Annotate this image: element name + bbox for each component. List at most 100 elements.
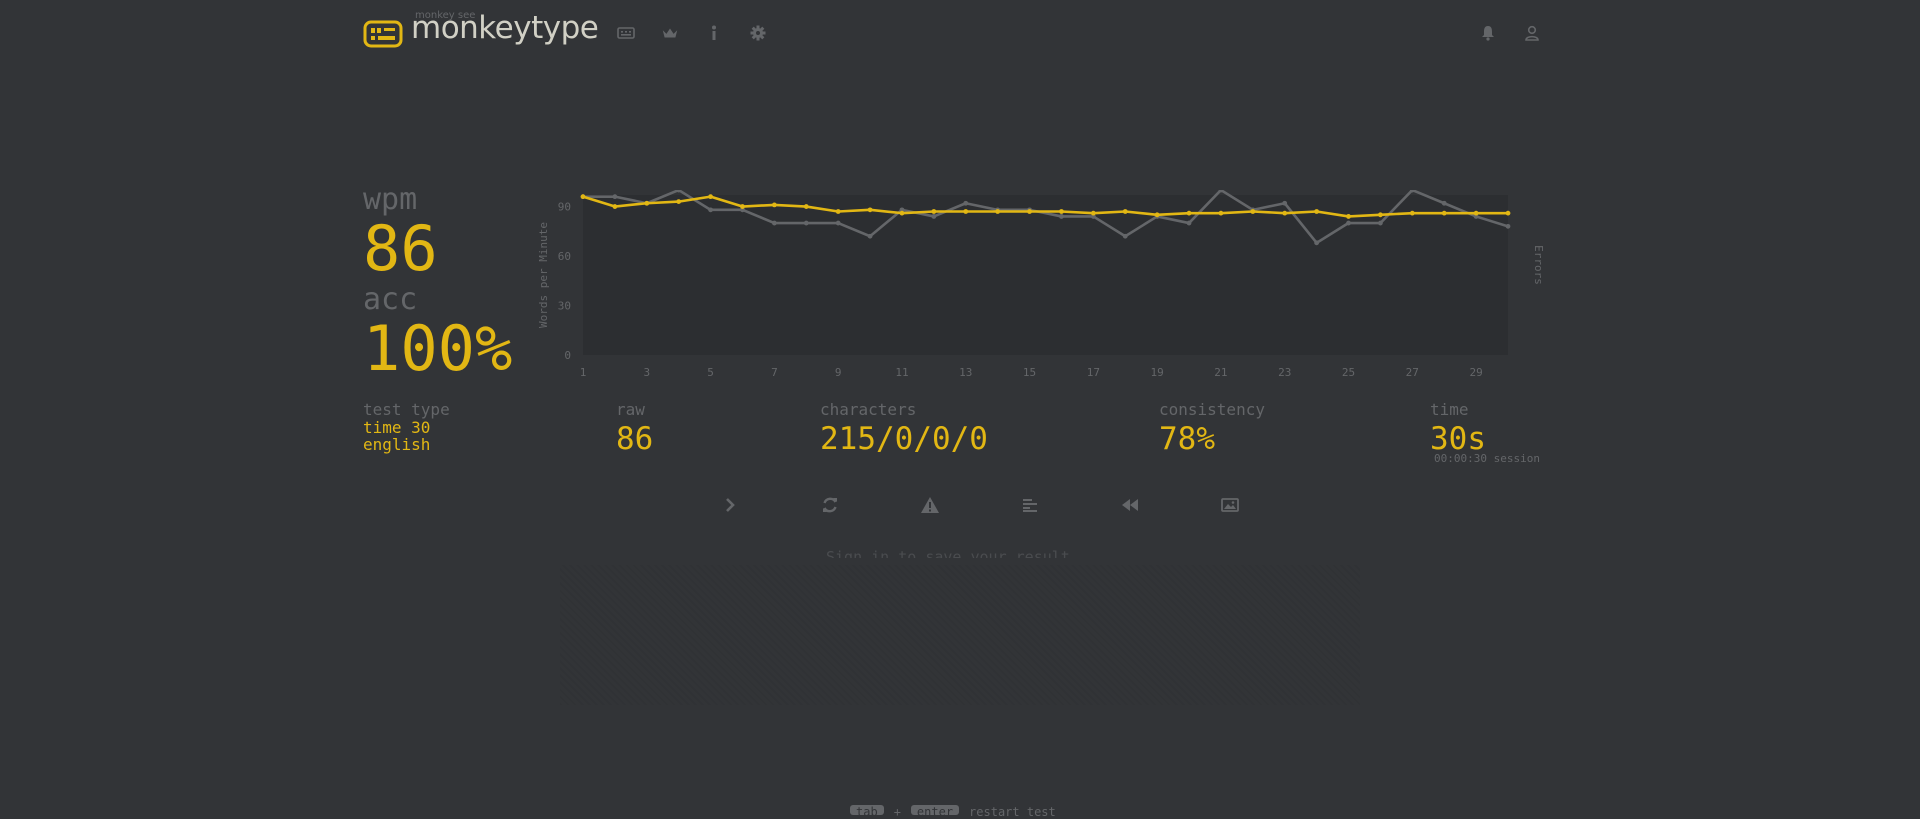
series-point-raw	[1441, 200, 1447, 206]
image-icon	[1221, 498, 1239, 512]
x-tick-label: 19	[1151, 366, 1164, 379]
enter-key: enter	[910, 805, 960, 819]
chart-plot-area	[583, 195, 1508, 355]
user-icon[interactable]	[1523, 24, 1541, 42]
series-point-raw	[612, 194, 618, 200]
series-point-raw	[1122, 233, 1128, 239]
y-tick-label: 0	[564, 349, 571, 362]
series-point-wpm	[1314, 209, 1320, 214]
replay-button[interactable]	[1080, 493, 1180, 517]
x-tick-label: 13	[959, 366, 972, 379]
backward-icon	[1122, 499, 1138, 511]
crown-icon[interactable]	[661, 24, 679, 42]
series-point-wpm	[995, 209, 1001, 214]
x-tick-label: 15	[1023, 366, 1036, 379]
session-time: 00:00:30 session	[1434, 452, 1540, 465]
top-nav	[617, 24, 767, 42]
x-tick-label: 5	[707, 366, 714, 379]
logo-text[interactable]: monkeytype	[411, 10, 599, 46]
bell-icon[interactable]	[1479, 24, 1497, 42]
x-tick-label: 3	[643, 366, 650, 379]
header: monkey see monkeytype	[363, 0, 1541, 66]
plus-sign: +	[893, 805, 901, 819]
sign-in-note[interactable]: Sign in to save your result	[826, 548, 1070, 558]
restart-test-button[interactable]	[780, 493, 880, 517]
series-point-raw	[1346, 220, 1351, 226]
report-quote-button[interactable]	[880, 493, 980, 517]
series-point-raw	[771, 220, 777, 226]
x-tick-label: 29	[1469, 366, 1482, 379]
series-point-wpm	[835, 209, 841, 214]
x-tick-label: 17	[1087, 366, 1100, 379]
series-point-wpm	[1027, 209, 1032, 214]
series-point-wpm	[580, 194, 586, 200]
x-tick-label: 11	[895, 366, 908, 379]
series-point-wpm	[740, 204, 745, 209]
characters-value: 215/0/0/0	[820, 421, 988, 457]
consistency-label: consistency	[1159, 400, 1265, 419]
wpm-value: 86	[363, 212, 438, 285]
series-point-wpm	[1250, 209, 1256, 214]
series-point-wpm	[1282, 210, 1288, 216]
x-tick-label: 25	[1342, 366, 1355, 379]
logo-icon[interactable]	[363, 20, 403, 48]
series-point-wpm	[931, 209, 937, 214]
series-point-wpm	[612, 204, 618, 209]
x-tick-label: 1	[580, 366, 587, 379]
series-point-wpm	[963, 209, 969, 214]
wpm-chart-svg: 03060901 3 5 7 9 11 13 15 17 19 21 23 25 27 29Words pe…	[537, 190, 1545, 379]
series-point-raw	[1314, 240, 1320, 246]
series-point-raw	[963, 200, 969, 206]
series-point-wpm	[1122, 209, 1128, 214]
acc-value: 100%	[363, 312, 513, 385]
raw-stat: raw 86	[616, 400, 653, 457]
y-tick-label: 30	[558, 300, 571, 313]
series-point-wpm	[867, 207, 873, 213]
series-point-wpm	[676, 199, 682, 204]
series-point-wpm	[1059, 209, 1064, 214]
series-point-wpm	[1154, 212, 1160, 218]
time-stat: time 30s	[1430, 400, 1486, 457]
series-point-wpm	[1409, 210, 1415, 216]
x-tick-label: 9	[835, 366, 842, 379]
series-point-wpm	[1090, 210, 1096, 216]
time-label: time	[1430, 400, 1469, 419]
series-point-wpm	[1473, 210, 1479, 216]
x-tick-label: 23	[1278, 366, 1291, 379]
wpm-chart[interactable]: 0 30 60 90 1 3 5 7 9 11 13 15 17 19 21 23 25 27 29 Words pe…	[530, 190, 1550, 380]
test-type-mode: time 30	[363, 418, 431, 437]
account-nav	[1479, 24, 1541, 42]
series-point-wpm	[1441, 210, 1447, 216]
test-type-stat: test type time 30 english	[363, 400, 450, 453]
keyboard-icon[interactable]	[617, 24, 635, 42]
screenshot-button[interactable]	[1180, 493, 1280, 517]
tab-key: tab	[850, 805, 884, 819]
series-point-wpm	[1218, 210, 1224, 216]
chevron-right-icon	[726, 498, 735, 512]
x-tick-label: 27	[1406, 366, 1419, 379]
x-tick-label: 7	[771, 366, 778, 379]
restart-hint-label: restart test	[969, 805, 1056, 819]
word-history-button[interactable]	[980, 493, 1080, 517]
series-point-wpm	[1378, 212, 1383, 218]
series-point-wpm	[1346, 214, 1351, 219]
align-left-icon	[1023, 499, 1037, 512]
series-point-wpm	[708, 194, 713, 200]
series-point-wpm	[803, 204, 809, 209]
test-type-label: test type	[363, 400, 450, 419]
info-icon[interactable]	[705, 24, 723, 42]
y2-axis-title: Errors	[1532, 245, 1545, 285]
series-point-wpm	[1505, 210, 1511, 216]
series-point-wpm	[1186, 210, 1192, 216]
series-point-wpm	[899, 210, 905, 216]
series-point-raw	[708, 207, 713, 213]
gear-icon[interactable]	[749, 24, 767, 42]
raw-value: 86	[616, 421, 654, 457]
footer-hint: tab + enter restart test	[850, 805, 1056, 819]
series-point-raw	[803, 220, 809, 226]
result-actions	[680, 493, 1280, 517]
characters-stat: characters 215/0/0/0	[820, 400, 988, 457]
raw-label: raw	[616, 400, 645, 419]
series-point-raw	[931, 214, 937, 219]
next-test-button[interactable]	[680, 493, 780, 517]
